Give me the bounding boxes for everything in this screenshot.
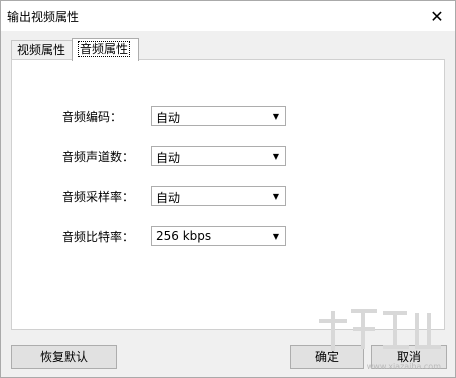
dropdown-arrow-icon: ▼ xyxy=(272,191,280,201)
dropdown-arrow-icon: ▼ xyxy=(272,111,280,121)
audio-properties-panel: 音频编码： 自动 ▼ 音频声道数： 自动 ▼ 音频采样率： 自动 ▼ 音频比特率… xyxy=(11,59,445,330)
ok-button[interactable]: 确定 xyxy=(290,345,364,369)
selected-value: 自动 xyxy=(156,111,181,125)
audio-samplerate-label: 音频采样率： xyxy=(62,190,135,204)
audio-samplerate-row: 音频采样率： 自动 ▼ xyxy=(12,186,444,206)
tab-video-properties[interactable]: 视频属性 xyxy=(11,40,80,60)
selected-value: 自动 xyxy=(156,151,181,165)
close-icon: ✕ xyxy=(430,6,444,26)
tab-label: 音频属性 xyxy=(78,41,131,57)
dropdown-arrow-icon: ▼ xyxy=(272,231,280,241)
close-button[interactable]: ✕ xyxy=(425,4,449,28)
audio-bitrate-label: 音频比特率： xyxy=(62,230,135,244)
dropdown-arrow-icon: ▼ xyxy=(272,151,280,161)
tab-label: 视频属性 xyxy=(17,43,66,57)
tab-audio-properties[interactable]: 音频属性 xyxy=(72,38,139,61)
audio-samplerate-select[interactable]: 自动 ▼ xyxy=(151,186,286,206)
audio-codec-row: 音频编码： 自动 ▼ xyxy=(12,106,444,126)
cancel-button[interactable]: 取消 xyxy=(371,345,447,369)
audio-codec-select[interactable]: 自动 ▼ xyxy=(151,106,286,126)
selected-value: 256 kbps xyxy=(156,229,212,243)
window-title: 输出视频属性 xyxy=(7,10,80,24)
audio-channels-row: 音频声道数： 自动 ▼ xyxy=(12,146,444,166)
audio-channels-label: 音频声道数： xyxy=(62,150,135,164)
selected-value: 自动 xyxy=(156,191,181,205)
title-bar: 输出视频属性 ✕ xyxy=(1,1,455,31)
restore-defaults-button[interactable]: 恢复默认 xyxy=(11,345,117,369)
audio-codec-label: 音频编码： xyxy=(62,110,123,124)
audio-bitrate-select[interactable]: 256 kbps ▼ xyxy=(151,226,286,246)
audio-channels-select[interactable]: 自动 ▼ xyxy=(151,146,286,166)
audio-bitrate-row: 音频比特率： 256 kbps ▼ xyxy=(12,226,444,246)
dialog-window: 输出视频属性 ✕ 视频属性 音频属性 音频编码： 自动 ▼ 音频声道数： 自动 … xyxy=(0,0,456,378)
